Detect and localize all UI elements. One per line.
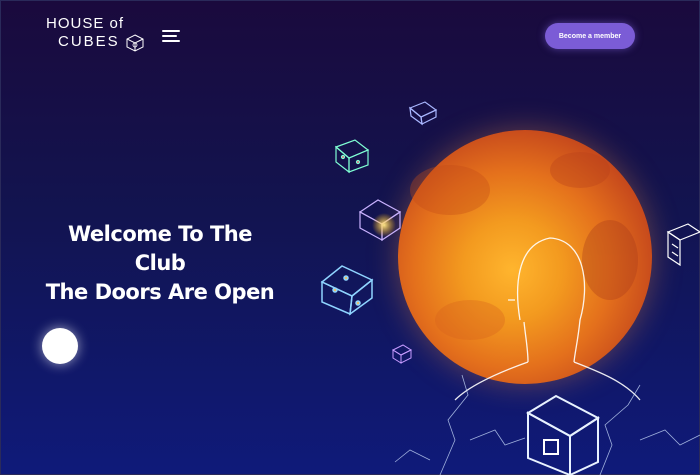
moon-decoration xyxy=(42,328,78,364)
site-logo[interactable]: HOUSE of CUBES xyxy=(46,16,146,52)
hamburger-menu-icon[interactable] xyxy=(162,30,180,44)
hero-line-1: Welcome To The xyxy=(68,222,252,246)
cube-glow xyxy=(372,213,396,237)
cube-icon xyxy=(126,34,144,52)
lightning-effect xyxy=(394,374,700,475)
become-member-button[interactable]: Become a member xyxy=(545,23,635,49)
floating-cube-1 xyxy=(408,101,438,126)
floating-cube-5 xyxy=(391,344,413,364)
glowing-cube xyxy=(525,394,600,475)
logo-text-line2: CUBES xyxy=(58,33,120,50)
hero-line-2: Club xyxy=(134,251,186,275)
floating-cube-6 xyxy=(666,223,700,267)
logo-text-line1: HOUSE of xyxy=(46,15,125,32)
floating-cube-2 xyxy=(334,139,370,174)
planet-illustration xyxy=(398,130,652,384)
hero-heading: Welcome To The Club The Doors Are Open xyxy=(30,220,290,307)
hero-line-3: The Doors Are Open xyxy=(45,280,275,304)
floating-cube-3 xyxy=(358,199,402,242)
floating-cube-4 xyxy=(320,265,374,316)
